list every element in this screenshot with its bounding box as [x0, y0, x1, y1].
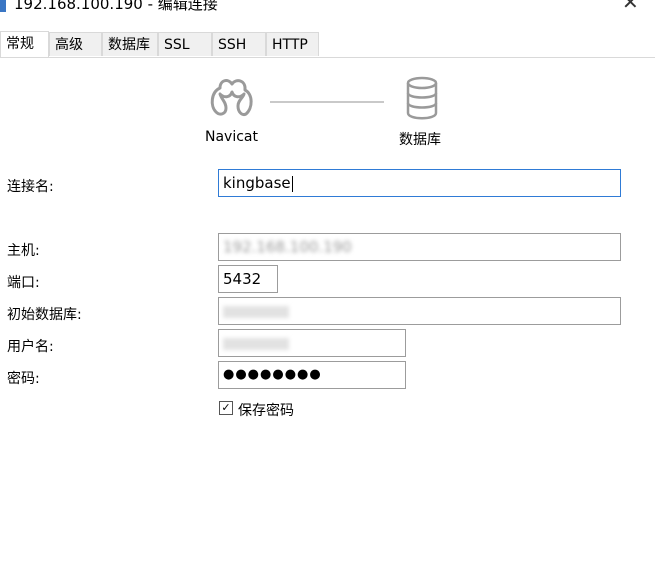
- port-input[interactable]: 5432: [218, 265, 278, 293]
- username-label: 用户名:: [7, 339, 54, 355]
- tab-ssh[interactable]: SSH: [212, 32, 266, 56]
- tab-general[interactable]: 常规: [0, 31, 49, 57]
- tab-advanced[interactable]: 高级: [49, 32, 102, 56]
- title-bar: 192.168.100.190 - 编辑连接 ✕: [0, 0, 655, 20]
- app-icon: [0, 0, 6, 12]
- host-input[interactable]: 192.168.100.190: [218, 233, 621, 261]
- host-label: 主机:: [7, 243, 40, 259]
- initial-database-label: 初始数据库:: [7, 307, 82, 323]
- database-label: 数据库: [399, 132, 441, 148]
- save-password-label: 保存密码: [238, 403, 294, 419]
- tab-ssl[interactable]: SSL: [158, 32, 212, 56]
- window-title: 192.168.100.190 - 编辑连接: [14, 0, 218, 13]
- tab-databases[interactable]: 数据库: [102, 32, 158, 56]
- close-icon[interactable]: ✕: [622, 0, 639, 12]
- password-input[interactable]: ●●●●●●●●: [218, 361, 406, 389]
- database-icon: [406, 76, 438, 120]
- password-label: 密码:: [7, 371, 40, 387]
- tab-http[interactable]: HTTP: [266, 32, 319, 56]
- initial-database-input[interactable]: [218, 297, 621, 325]
- connection-name-input[interactable]: kingbase: [218, 169, 621, 197]
- connection-line: [270, 101, 384, 103]
- connection-name-label: 连接名:: [7, 179, 54, 195]
- port-label: 端口:: [7, 275, 40, 291]
- navicat-logo-icon: [210, 79, 253, 116]
- tab-bar: 常规 高级 数据库 SSL SSH HTTP: [0, 31, 655, 58]
- save-password-checkbox[interactable]: ✓: [219, 401, 233, 415]
- navicat-label: Navicat: [205, 129, 258, 145]
- username-input[interactable]: [218, 329, 406, 357]
- text-cursor: [291, 175, 293, 192]
